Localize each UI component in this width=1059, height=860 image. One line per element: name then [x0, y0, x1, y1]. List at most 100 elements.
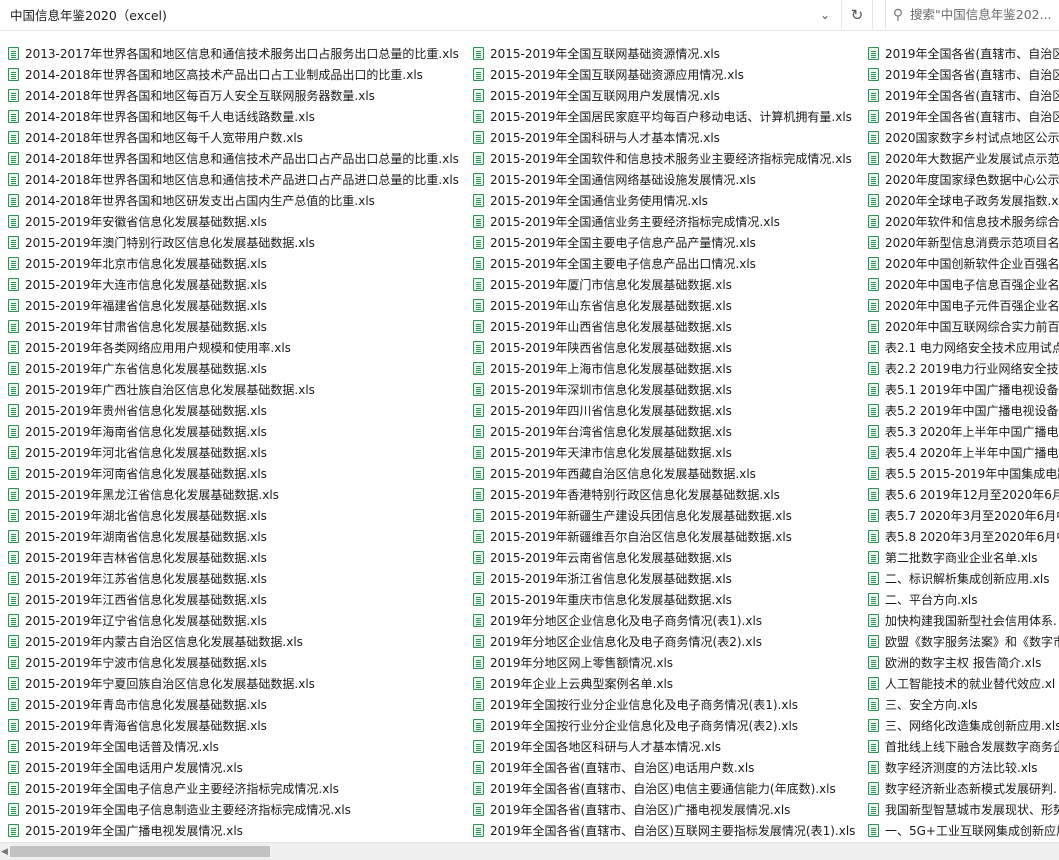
- file-item[interactable]: 2015-2019年全国主要电子信息产品出口情况.xls: [473, 253, 863, 274]
- file-item[interactable]: 2014-2018年世界各国和地区信息和通信技术产品出口占产品出口总量的比重.x…: [8, 148, 468, 169]
- file-item[interactable]: 2015-2019年天津市信息化发展基础数据.xls: [473, 442, 863, 463]
- file-item[interactable]: 2015-2019年全国互联网基础资源应用情况.xls: [473, 64, 863, 85]
- file-item[interactable]: 2015-2019年海南省信息化发展基础数据.xls: [8, 421, 468, 442]
- file-item[interactable]: 2015-2019年全国互联网基础资源情况.xls: [473, 43, 863, 64]
- file-item[interactable]: 2020国家数字乡村试点地区公示: [868, 127, 1059, 148]
- file-item[interactable]: 首批线上线下融合发展数字商务企: [868, 736, 1059, 757]
- file-item[interactable]: 2015-2019年山东省信息化发展基础数据.xls: [473, 295, 863, 316]
- file-item[interactable]: 2015-2019年澳门特别行政区信息化发展基础数据.xls: [8, 232, 468, 253]
- file-item[interactable]: 2020年中国互联网综合实力前百: [868, 316, 1059, 337]
- file-item[interactable]: 2014-2018年世界各国和地区研发支出占国内生产总值的比重.xls: [8, 190, 468, 211]
- file-item[interactable]: 2015-2019年西藏自治区信息化发展基础数据.xls: [473, 463, 863, 484]
- file-item[interactable]: 2015-2019年大连市信息化发展基础数据.xls: [8, 274, 468, 295]
- file-item[interactable]: 2014-2018年世界各国和地区每千人宽带用户数.xls: [8, 127, 468, 148]
- file-item[interactable]: 2015-2019年江西省信息化发展基础数据.xls: [8, 589, 468, 610]
- file-item[interactable]: 2015-2019年全国通信业务使用情况.xls: [473, 190, 863, 211]
- file-item[interactable]: 2014-2018年世界各国和地区每千人电话线路数量.xls: [8, 106, 468, 127]
- file-item[interactable]: 2015-2019年全国软件和信息技术服务业主要经济指标完成情况.xls: [473, 148, 863, 169]
- file-item[interactable]: 2019年分地区企业信息化及电子商务情况(表2).xls: [473, 631, 863, 652]
- file-item[interactable]: 第二批数字商业企业名单.xls: [868, 547, 1059, 568]
- file-item[interactable]: 2020年中国电子信息百强企业名: [868, 274, 1059, 295]
- file-item[interactable]: 2015-2019年全国电话用户发展情况.xls: [8, 757, 468, 778]
- file-item[interactable]: 2015-2019年陕西省信息化发展基础数据.xls: [473, 337, 863, 358]
- file-item[interactable]: 2020年中国创新软件企业百强名: [868, 253, 1059, 274]
- file-item[interactable]: 2015-2019年北京市信息化发展基础数据.xls: [8, 253, 468, 274]
- file-item[interactable]: 2015-2019年新疆维吾尔自治区信息化发展基础数据.xls: [473, 526, 863, 547]
- file-item[interactable]: 2015-2019年贵州省信息化发展基础数据.xls: [8, 400, 468, 421]
- file-item[interactable]: 2019年全国按行业分企业信息化及电子商务情况(表2).xls: [473, 715, 863, 736]
- file-item[interactable]: 三、安全方向.xls: [868, 694, 1059, 715]
- file-item[interactable]: 2015-2019年广东省信息化发展基础数据.xls: [8, 358, 468, 379]
- file-item[interactable]: 表5.5 2015-2019年中国集成电路: [868, 463, 1059, 484]
- file-item[interactable]: 2015-2019年各类网络应用用户规模和使用率.xls: [8, 337, 468, 358]
- file-item[interactable]: 2019年全国各地区科研与人才基本情况.xls: [473, 736, 863, 757]
- file-item[interactable]: 2015-2019年河南省信息化发展基础数据.xls: [8, 463, 468, 484]
- file-item[interactable]: 表5.3 2020年上半年中国广播电: [868, 421, 1059, 442]
- file-item[interactable]: 2015-2019年全国通信网络基础设施发展情况.xls: [473, 169, 863, 190]
- file-item[interactable]: 二、标识解析集成创新应用.xls: [868, 568, 1059, 589]
- file-item[interactable]: 2019年全国各省(直辖市、自治区: [868, 106, 1059, 127]
- file-item[interactable]: 2015-2019年浙江省信息化发展基础数据.xls: [473, 568, 863, 589]
- file-item[interactable]: 2020年大数据产业发展试点示范: [868, 148, 1059, 169]
- file-item[interactable]: 2015-2019年全国电子信息产业主要经济指标完成情况.xls: [8, 778, 468, 799]
- address-bar[interactable]: 中国信息年鉴2020（excel) ⌄: [0, 0, 838, 29]
- file-item[interactable]: 2015-2019年全国电话普及情况.xls: [8, 736, 468, 757]
- file-item[interactable]: 表5.7 2020年3月至2020年6月中: [868, 505, 1059, 526]
- file-item[interactable]: 2015-2019年香港特别行政区信息化发展基础数据.xls: [473, 484, 863, 505]
- file-item[interactable]: 2015-2019年湖北省信息化发展基础数据.xls: [8, 505, 468, 526]
- file-item[interactable]: 2015-2019年黑龙江省信息化发展基础数据.xls: [8, 484, 468, 505]
- file-item[interactable]: 2020年全球电子政务发展指数.xl: [868, 190, 1059, 211]
- horizontal-scrollbar[interactable]: ◀: [0, 842, 1059, 860]
- file-item[interactable]: 2015-2019年广西壮族自治区信息化发展基础数据.xls: [8, 379, 468, 400]
- file-item[interactable]: 一、5G+工业互联网集成创新应用: [868, 820, 1059, 841]
- file-item[interactable]: 2015-2019年江苏省信息化发展基础数据.xls: [8, 568, 468, 589]
- file-item[interactable]: 2015-2019年全国科研与人才基本情况.xls: [473, 127, 863, 148]
- file-item[interactable]: 加快构建我国新型社会信用体系.: [868, 610, 1059, 631]
- file-item[interactable]: 2020年新型信息消费示范项目名: [868, 232, 1059, 253]
- file-item[interactable]: 2015-2019年新疆生产建设兵团信息化发展基础数据.xls: [473, 505, 863, 526]
- file-item[interactable]: 我国新型智慧城市发展现状、形势: [868, 799, 1059, 820]
- file-item[interactable]: 表2.2 2019电力行业网络安全技: [868, 358, 1059, 379]
- file-item[interactable]: 2015-2019年吉林省信息化发展基础数据.xls: [8, 547, 468, 568]
- file-item[interactable]: 2015-2019年辽宁省信息化发展基础数据.xls: [8, 610, 468, 631]
- file-item[interactable]: 表5.4 2020年上半年中国广播电: [868, 442, 1059, 463]
- file-item[interactable]: 表2.1 电力网络安全技术应用试点: [868, 337, 1059, 358]
- file-item[interactable]: 2015-2019年全国通信业务主要经济指标完成情况.xls: [473, 211, 863, 232]
- file-item[interactable]: 2015-2019年青岛市信息化发展基础数据.xls: [8, 694, 468, 715]
- file-item[interactable]: 2015-2019年全国电子信息制造业主要经济指标完成情况.xls: [8, 799, 468, 820]
- file-item[interactable]: 2014-2018年世界各国和地区高技术产品出口占工业制成品出口的比重.xls: [8, 64, 468, 85]
- file-item[interactable]: 2015-2019年安徽省信息化发展基础数据.xls: [8, 211, 468, 232]
- file-item[interactable]: 2019年分地区企业信息化及电子商务情况(表1).xls: [473, 610, 863, 631]
- file-item[interactable]: 2020年中国电子元件百强企业名: [868, 295, 1059, 316]
- file-item[interactable]: 2019年全国按行业分企业信息化及电子商务情况(表1).xls: [473, 694, 863, 715]
- file-item[interactable]: 2015-2019年厦门市信息化发展基础数据.xls: [473, 274, 863, 295]
- file-item[interactable]: 2014-2018年世界各国和地区每百万人安全互联网服务器数量.xls: [8, 85, 468, 106]
- file-item[interactable]: 2019年全国各省(直辖市、自治区: [868, 64, 1059, 85]
- file-item[interactable]: 2013-2017年世界各国和地区信息和通信技术服务出口占服务出口总量的比重.x…: [8, 43, 468, 64]
- file-item[interactable]: 表5.1 2019年中国广播电视设备: [868, 379, 1059, 400]
- file-item[interactable]: 2015-2019年四川省信息化发展基础数据.xls: [473, 400, 863, 421]
- file-item[interactable]: 2019年分地区网上零售额情况.xls: [473, 652, 863, 673]
- file-item[interactable]: 欧洲的数字主权 报告简介.xls: [868, 652, 1059, 673]
- file-item[interactable]: 欧盟《数字服务法案》和《数字市: [868, 631, 1059, 652]
- address-path[interactable]: 中国信息年鉴2020（excel): [0, 5, 812, 24]
- file-item[interactable]: 2019年全国各省(直辖市、自治区)广播电视发展情况.xls: [473, 799, 863, 820]
- scroll-left-icon[interactable]: ◀: [0, 844, 9, 859]
- file-item[interactable]: 2015-2019年宁夏回族自治区信息化发展基础数据.xls: [8, 673, 468, 694]
- file-item[interactable]: 2015-2019年福建省信息化发展基础数据.xls: [8, 295, 468, 316]
- file-item[interactable]: 2015-2019年台湾省信息化发展基础数据.xls: [473, 421, 863, 442]
- file-item[interactable]: 2019年全国各省(直辖市、自治区)电话用户数.xls: [473, 757, 863, 778]
- file-item[interactable]: 2020年度国家绿色数据中心公示: [868, 169, 1059, 190]
- file-item[interactable]: 2015-2019年深圳市信息化发展基础数据.xls: [473, 379, 863, 400]
- file-item[interactable]: 2015-2019年宁波市信息化发展基础数据.xls: [8, 652, 468, 673]
- file-item[interactable]: 三、网络化改造集成创新应用.xls: [868, 715, 1059, 736]
- file-item[interactable]: 2015-2019年全国广播电视发展情况.xls: [8, 820, 468, 841]
- file-item[interactable]: 表5.8 2020年3月至2020年6月中: [868, 526, 1059, 547]
- file-item[interactable]: 2015-2019年湖南省信息化发展基础数据.xls: [8, 526, 468, 547]
- file-item[interactable]: 2015-2019年全国主要电子信息产品产量情况.xls: [473, 232, 863, 253]
- file-item[interactable]: 2015-2019年山西省信息化发展基础数据.xls: [473, 316, 863, 337]
- file-item[interactable]: 2020年软件和信息技术服务综合: [868, 211, 1059, 232]
- chevron-down-icon[interactable]: ⌄: [812, 0, 838, 29]
- file-item[interactable]: 2019年全国各省(直辖市、自治区)电信主要通信能力(年底数).xls: [473, 778, 863, 799]
- file-item[interactable]: 2015-2019年全国居民家庭平均每百户移动电话、计算机拥有量.xls: [473, 106, 863, 127]
